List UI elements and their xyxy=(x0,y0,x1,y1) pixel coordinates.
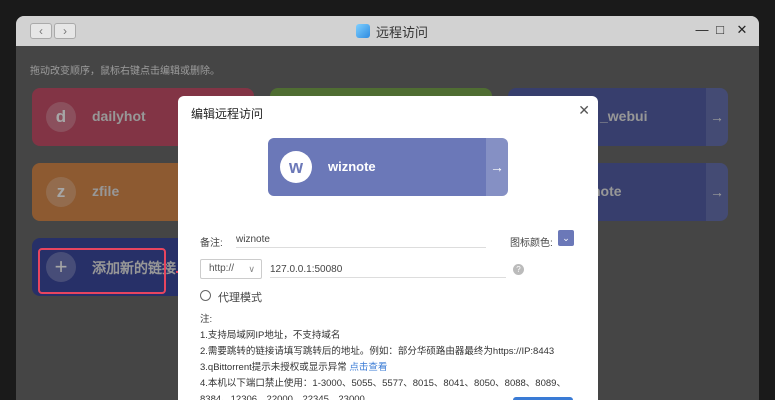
note-line: 8384、12306、22000、22345、23000 xyxy=(200,394,365,400)
view-link[interactable]: 点击查看 xyxy=(349,362,387,373)
forward-button[interactable]: › xyxy=(54,23,76,39)
dialog-title: 编辑远程访问 xyxy=(191,107,264,121)
window-title: 远程访问 xyxy=(356,22,428,40)
note-line: 3.qBittorrent提示未授权或显示异常 点击查看 xyxy=(200,360,566,376)
chevron-down-icon: ∨ xyxy=(248,264,255,274)
help-icon[interactable]: ? xyxy=(513,264,524,275)
protocol-value: http:// xyxy=(209,263,235,274)
color-picker[interactable]: ⌄ xyxy=(558,230,574,246)
address-input[interactable]: 127.0.0.1:50080 xyxy=(270,264,506,278)
proxy-mode-label: 代理模式 xyxy=(218,292,262,304)
minimize-icon[interactable]: — xyxy=(694,22,710,37)
protocol-select[interactable]: http:// ∨ xyxy=(200,259,262,279)
window-title-text: 远程访问 xyxy=(376,24,429,40)
note-line: 2.需要跳转的链接请填写跳转后的地址。例如：部分华硕路由器最终为https://… xyxy=(200,346,555,357)
edit-dialog: 编辑远程访问 ✕ w wiznote → 备注: wiznote 图标颜色: ⌄… xyxy=(178,96,598,400)
note-input[interactable]: wiznote xyxy=(236,234,486,248)
back-button[interactable]: ‹ xyxy=(30,23,52,39)
preview-name: wiznote xyxy=(328,159,376,174)
maximize-icon[interactable]: □ xyxy=(712,22,728,37)
arrow-right-icon: → xyxy=(486,138,508,196)
note-label: 备注: xyxy=(200,238,223,249)
preview-letter: w xyxy=(280,151,312,183)
note-text: 3.qBittorrent提示未授权或显示异常 xyxy=(200,362,347,373)
note-line: 1.支持局域网IP地址，不支持域名 xyxy=(200,330,341,341)
proxy-mode-radio[interactable] xyxy=(200,290,211,301)
app-logo-icon xyxy=(356,24,370,38)
title-bar: ‹ › 远程访问 — □ ✕ xyxy=(16,16,759,46)
icon-color-label: 图标颜色: xyxy=(510,238,553,249)
highlight-box xyxy=(38,248,166,294)
note-line: 4.本机以下端口禁止使用：1-3000、5055、5577、8015、8041、… xyxy=(200,378,566,389)
notes-block: 注: 1.支持局域网IP地址，不支持域名 2.需要跳转的链接请填写跳转后的地址。… xyxy=(200,312,566,400)
close-window-icon[interactable]: ✕ xyxy=(734,22,750,38)
close-icon[interactable]: ✕ xyxy=(578,102,590,119)
notes-title: 注: xyxy=(200,314,213,325)
preview-tile: w wiznote → xyxy=(268,138,508,196)
